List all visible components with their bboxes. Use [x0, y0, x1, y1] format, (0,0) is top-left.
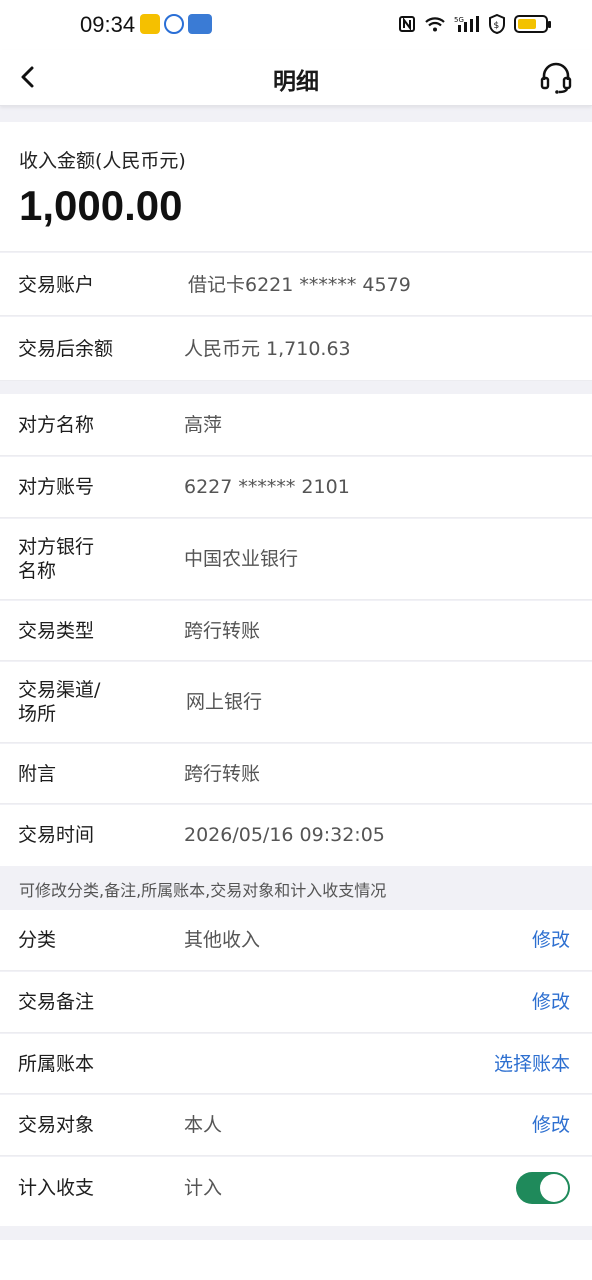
svg-text:5G: 5G	[454, 16, 464, 24]
row-key: 交易备注	[18, 991, 95, 1013]
status-bar: 09:34 5G $	[0, 0, 592, 50]
trade-type-row: 交易类型 跨行转账	[0, 601, 592, 661]
row-key-line2: 名称	[18, 560, 57, 582]
security-shield-icon: $	[489, 14, 505, 34]
page-title: 明细	[273, 69, 319, 95]
bottom-area	[0, 1240, 592, 1280]
row-value: 6227 ****** 2101	[184, 476, 350, 498]
row-key: 交易后余额	[18, 338, 114, 360]
count-in-toggle[interactable]	[516, 1172, 570, 1204]
svg-text:$: $	[494, 21, 500, 31]
amount-card: 收入金额(人民币元) 1,000.00	[0, 122, 592, 252]
counterparty-name-row: 对方名称 高萍	[0, 394, 592, 456]
amount-label: 收入金额(人民币元)	[19, 150, 186, 172]
status-time: 09:34	[80, 12, 136, 37]
edit-category-link[interactable]: 修改	[532, 928, 570, 952]
row-value: 借记卡6221 ****** 4579	[188, 274, 411, 296]
row-key: 交易账户	[18, 274, 95, 296]
row-key-line1: 交易渠道/	[18, 679, 101, 701]
row-value: 人民币元 1,710.63	[184, 338, 351, 360]
remark-row: 附言 跨行转账	[0, 744, 592, 804]
row-value: 2026/05/16 09:32:05	[184, 824, 385, 846]
row-value: 计入	[184, 1177, 223, 1199]
signal-icon: 5G	[454, 16, 479, 32]
row-key-line1: 对方银行	[18, 536, 95, 558]
counterparty-account-row: 对方账号 6227 ****** 2101	[0, 457, 592, 518]
trade-channel-row: 交易渠道/ 场所 网上银行	[0, 662, 592, 743]
row-key: 附言	[18, 763, 57, 785]
customer-service-headset-icon[interactable]	[538, 60, 574, 96]
row-key: 交易对象	[18, 1114, 95, 1136]
top-navigation-bar: 明细	[0, 50, 592, 106]
counterparty-bank-row: 对方银行 名称 中国农业银行	[0, 519, 592, 600]
row-key: 所属账本	[18, 1053, 95, 1075]
category-row[interactable]: 分类 其他收入 修改	[0, 910, 592, 971]
app-notification-icon	[188, 14, 212, 34]
wifi-icon	[425, 17, 445, 32]
row-key-line2: 场所	[18, 703, 57, 725]
edit-hint-band: 可修改分类,备注,所属账本,交易对象和计入收支情况	[0, 866, 592, 910]
trade-time-row: 交易时间 2026/05/16 09:32:05	[0, 805, 592, 866]
balance-row: 交易后余额 人民币元 1,710.63	[0, 317, 592, 381]
select-ledger-link[interactable]: 选择账本	[494, 1052, 570, 1076]
row-key: 交易类型	[18, 620, 95, 642]
row-key: 对方名称	[18, 414, 95, 436]
row-value: 中国农业银行	[184, 548, 299, 570]
trade-object-row[interactable]: 交易对象 本人 修改	[0, 1095, 592, 1156]
row-key: 分类	[18, 929, 57, 951]
battery-icon	[514, 15, 551, 33]
nfc-icon	[399, 16, 415, 32]
row-value: 网上银行	[186, 691, 263, 713]
row-key: 对方账号	[18, 476, 95, 498]
amount-value: 1,000.00	[19, 182, 183, 229]
row-value: 其他收入	[184, 929, 261, 951]
app-notification-icon	[140, 14, 160, 34]
count-in-income-row: 计入收支 计入	[0, 1157, 592, 1226]
row-key: 计入收支	[18, 1177, 95, 1199]
ledger-row[interactable]: 所属账本 选择账本	[0, 1034, 592, 1094]
row-key: 交易时间	[18, 824, 95, 846]
row-value: 高萍	[184, 414, 223, 436]
notification-icons	[140, 14, 212, 34]
row-value: 跨行转账	[184, 620, 261, 642]
edit-note-link[interactable]: 修改	[532, 990, 570, 1014]
toggle-knob	[540, 1174, 568, 1202]
trade-note-row[interactable]: 交易备注 修改	[0, 972, 592, 1033]
row-value: 跨行转账	[184, 763, 261, 785]
app-notification-icon	[164, 14, 184, 34]
trade-account-row: 交易账户 借记卡6221 ****** 4579	[0, 253, 592, 316]
row-value: 本人	[184, 1114, 223, 1136]
edit-object-link[interactable]: 修改	[532, 1113, 570, 1137]
system-icons: 5G $	[398, 14, 551, 34]
edit-hint-text: 可修改分类,备注,所属账本,交易对象和计入收支情况	[19, 881, 387, 900]
